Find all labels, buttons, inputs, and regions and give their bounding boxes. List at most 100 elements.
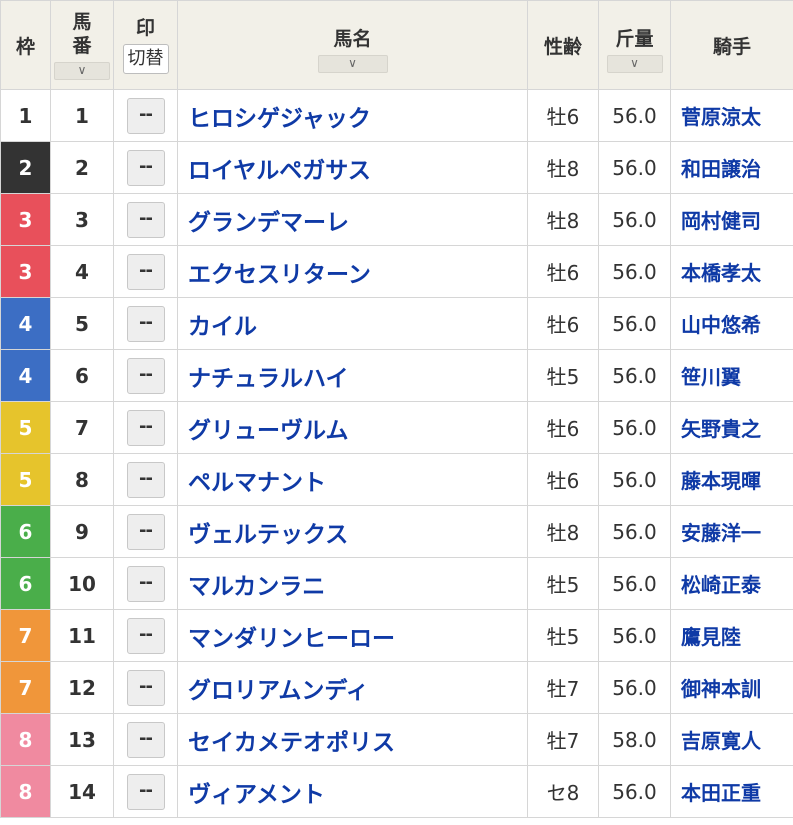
header-mark-label: 印 — [135, 17, 155, 39]
umaban-number: 10 — [68, 571, 96, 596]
jockey-name-link[interactable]: 菅原涼太 — [681, 105, 761, 129]
waku-cell: 5 — [0, 453, 51, 506]
sex-age-cell: 牡8 — [527, 193, 599, 246]
header-weight-label: 斤量 — [615, 28, 654, 50]
umaban-cell: 9 — [50, 505, 114, 558]
jockey-cell: 吉原寛人 — [670, 713, 793, 766]
horse-name-link[interactable]: ナチュラルハイ — [188, 366, 349, 392]
umaban-number: 13 — [68, 727, 96, 752]
mark-select-button[interactable]: -- — [126, 773, 165, 810]
sex-age-cell: セ8 — [527, 765, 599, 818]
sort-horse-name-chevron-down-icon[interactable]: ∨ — [317, 55, 388, 73]
table-row: 2 2 -- ロイヤルペガサス 牡8 56.0 和田譲治 — [0, 141, 793, 194]
jockey-cell: 御神本訓 — [670, 661, 793, 714]
header-jockey-label: 騎手 — [712, 35, 751, 58]
weight-cell: 56.0 — [598, 89, 671, 142]
waku-number: 5 — [18, 415, 33, 440]
mark-select-button[interactable]: -- — [126, 149, 165, 186]
umaban-number: 14 — [68, 779, 96, 804]
horse-name-link[interactable]: エクセスリターン — [188, 262, 371, 288]
weight-cell: 56.0 — [598, 401, 671, 454]
sort-weight-chevron-down-icon[interactable]: ∨ — [606, 55, 663, 73]
table-row: 4 6 -- ナチュラルハイ 牡5 56.0 笹川翼 — [0, 349, 793, 402]
mark-select-button[interactable]: -- — [126, 97, 165, 134]
header-sex-age: 性齢 — [527, 0, 599, 90]
horse-name-cell: ペルマナント — [177, 453, 528, 506]
header-horse-name[interactable]: 馬名 ∨ — [177, 0, 528, 90]
jockey-name-link[interactable]: 松崎正泰 — [681, 573, 761, 597]
jockey-name-link[interactable]: 和田譲治 — [681, 157, 761, 181]
sort-umaban-chevron-down-icon[interactable]: ∨ — [54, 62, 110, 80]
horse-name-link[interactable]: マルカンラニ — [188, 574, 325, 600]
jockey-name-link[interactable]: 安藤洋一 — [681, 521, 761, 545]
sex-age-cell: 牡6 — [527, 401, 599, 454]
mark-cell: -- — [113, 89, 178, 142]
sex-age-value: 牡6 — [546, 105, 580, 129]
horse-name-link[interactable]: ヴェルテックス — [188, 522, 348, 548]
horse-name-link[interactable]: ヴィアメント — [188, 782, 325, 808]
umaban-number: 12 — [68, 675, 96, 700]
sex-age-value: 牡8 — [546, 521, 580, 545]
jockey-name-link[interactable]: 藤本現暉 — [681, 469, 761, 493]
jockey-name-link[interactable]: 山中悠希 — [681, 313, 761, 337]
jockey-name-link[interactable]: 矢野貴之 — [681, 417, 761, 441]
sex-age-value: 牡6 — [546, 417, 580, 441]
horse-name-link[interactable]: セイカメテオポリス — [188, 730, 395, 756]
waku-cell: 6 — [0, 505, 51, 558]
mark-select-button[interactable]: -- — [126, 305, 165, 342]
waku-cell: 1 — [0, 89, 51, 142]
horse-name-link[interactable]: カイル — [188, 314, 257, 340]
mark-cell: -- — [113, 297, 178, 350]
mark-select-button[interactable]: -- — [126, 669, 165, 706]
mark-cell: -- — [113, 245, 178, 298]
mark-select-button[interactable]: -- — [126, 513, 165, 550]
waku-number: 5 — [18, 467, 33, 492]
header-umaban[interactable]: 馬 番 ∨ — [50, 0, 114, 90]
mark-select-button[interactable]: -- — [126, 253, 165, 290]
weight-value: 56.0 — [612, 623, 657, 648]
header-weight[interactable]: 斤量 ∨ — [598, 0, 671, 90]
jockey-name-link[interactable]: 笹川翼 — [681, 365, 741, 389]
waku-cell: 6 — [0, 557, 51, 610]
horse-name-link[interactable]: ペルマナント — [188, 470, 326, 496]
horse-name-link[interactable]: グランデマーレ — [188, 210, 349, 236]
mark-select-button[interactable]: -- — [126, 617, 165, 654]
mark-select-button[interactable]: -- — [126, 201, 165, 238]
mark-select-button[interactable]: -- — [126, 565, 165, 602]
weight-cell: 56.0 — [598, 193, 671, 246]
jockey-name-link[interactable]: 本橋孝太 — [681, 261, 761, 285]
jockey-name-link[interactable]: 鷹見陸 — [681, 625, 741, 649]
mark-select-button[interactable]: -- — [126, 721, 165, 758]
weight-value: 56.0 — [612, 363, 657, 388]
jockey-name-link[interactable]: 岡村健司 — [681, 209, 761, 233]
horse-name-link[interactable]: ロイヤルペガサス — [188, 158, 371, 184]
sex-age-cell: 牡8 — [527, 505, 599, 558]
waku-number: 3 — [18, 259, 33, 284]
mark-select-button[interactable]: -- — [126, 409, 165, 446]
waku-number: 4 — [18, 311, 33, 336]
jockey-name-link[interactable]: 吉原寛人 — [681, 729, 761, 753]
jockey-cell: 山中悠希 — [670, 297, 793, 350]
horse-name-link[interactable]: マンダリンヒーロー — [188, 626, 395, 652]
umaban-cell: 5 — [50, 297, 114, 350]
horse-name-link[interactable]: ヒロシゲジャック — [188, 106, 371, 132]
header-waku: 枠 — [0, 0, 51, 90]
horse-name-link[interactable]: グリューヴルム — [188, 418, 349, 444]
weight-cell: 56.0 — [598, 141, 671, 194]
table-row: 5 8 -- ペルマナント 牡6 56.0 藤本現暉 — [0, 453, 793, 506]
waku-number: 8 — [18, 779, 33, 804]
mark-select-button[interactable]: -- — [126, 357, 165, 394]
mark-toggle-button[interactable]: 切替 — [122, 44, 169, 74]
weight-cell: 56.0 — [598, 661, 671, 714]
waku-number: 3 — [18, 207, 33, 232]
horse-name-link[interactable]: グロリアムンディ — [188, 678, 369, 704]
header-umaban-label-1: 馬 — [72, 11, 92, 33]
mark-cell: -- — [113, 193, 178, 246]
jockey-name-link[interactable]: 本田正重 — [681, 781, 761, 805]
mark-select-button[interactable]: -- — [126, 461, 165, 498]
jockey-cell: 菅原涼太 — [670, 89, 793, 142]
weight-value: 56.0 — [612, 415, 657, 440]
sex-age-cell: 牡6 — [527, 245, 599, 298]
jockey-name-link[interactable]: 御神本訓 — [681, 677, 761, 701]
weight-value: 56.0 — [612, 259, 657, 284]
